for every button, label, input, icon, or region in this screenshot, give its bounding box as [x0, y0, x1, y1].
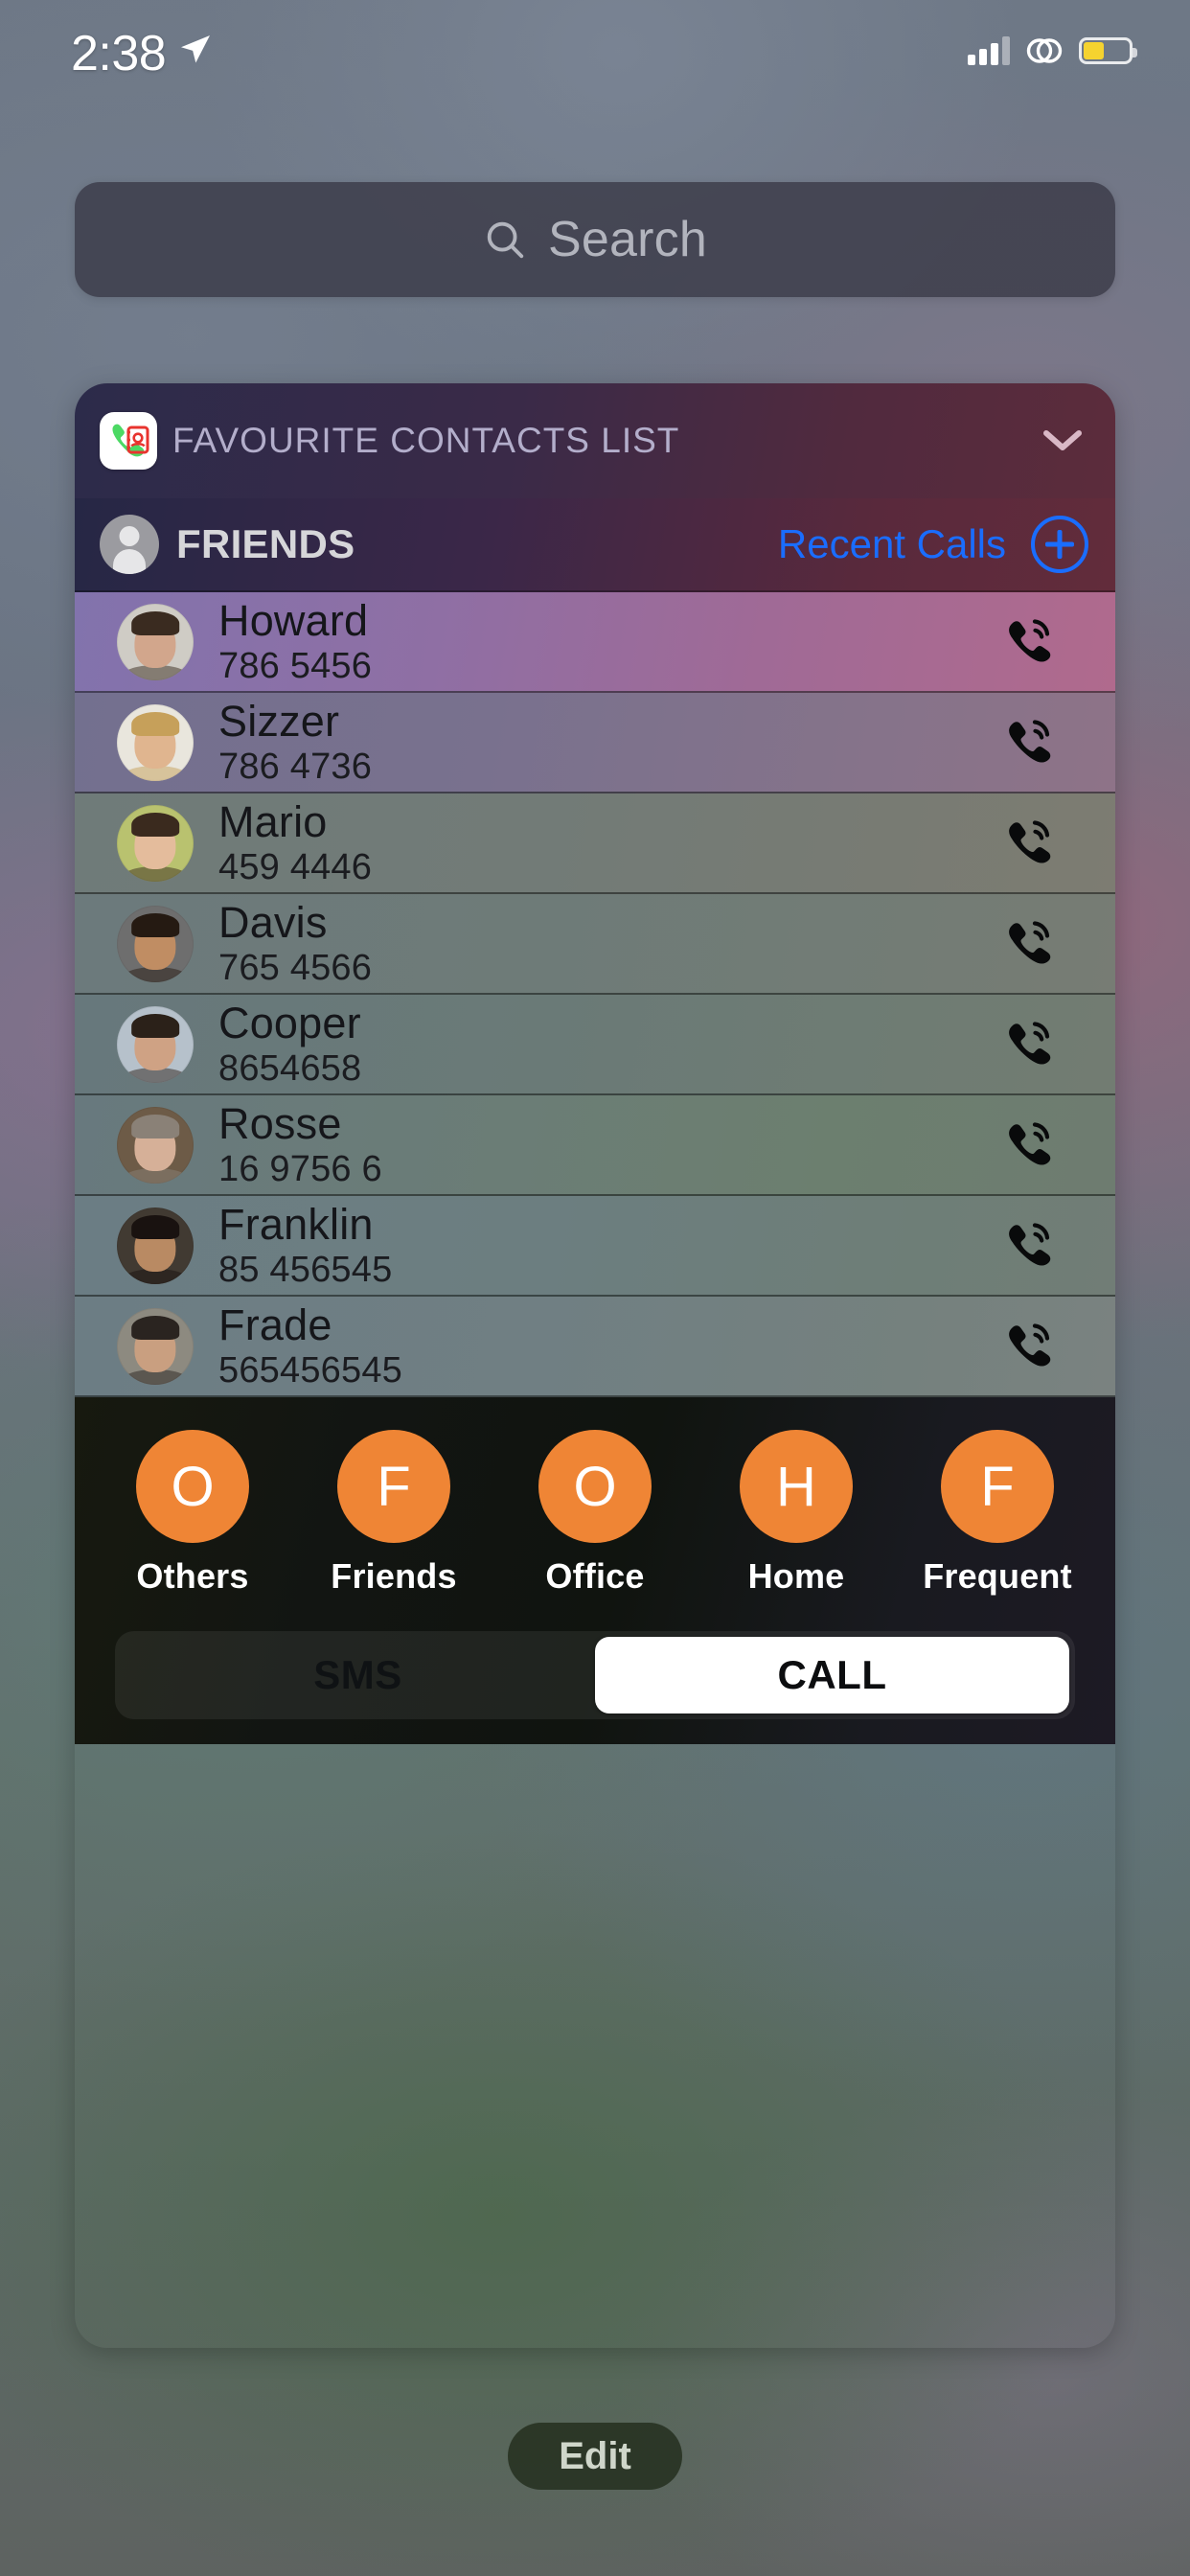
category-initial: F	[337, 1430, 450, 1543]
contact-number: 565456545	[218, 1349, 403, 1391]
person-avatar-icon	[100, 515, 159, 574]
contact-row[interactable]: Rosse 16 9756 6	[75, 1095, 1115, 1196]
phone-contacts-app-icon	[100, 412, 157, 470]
contact-number: 8654658	[218, 1047, 362, 1089]
contact-avatar	[117, 1106, 194, 1184]
category-label: Frequent	[923, 1556, 1072, 1596]
contact-info: Rosse 16 9756 6	[218, 1098, 1000, 1190]
category-item[interactable]: O Others	[106, 1430, 279, 1597]
category-initial: O	[136, 1430, 249, 1543]
chain-link-icon	[1026, 38, 1063, 63]
phone-call-icon[interactable]	[1000, 1112, 1062, 1178]
contact-row[interactable]: Sizzer 786 4736	[75, 693, 1115, 794]
phone-call-icon[interactable]	[1000, 910, 1062, 977]
contact-number: 765 4566	[218, 947, 373, 988]
call-button[interactable]: CALL	[595, 1637, 1069, 1714]
favourite-contacts-widget: FAVOURITE CONTACTS LIST FRIENDS Recent C…	[75, 383, 1115, 2348]
contact-number: 786 5456	[218, 645, 373, 686]
contact-info: Frade 565456545	[218, 1300, 1000, 1392]
contact-row[interactable]: Howard 786 5456	[75, 592, 1115, 693]
contact-info: Davis 765 4566	[218, 897, 1000, 989]
category-initial: O	[538, 1430, 652, 1543]
phone-call-icon[interactable]	[1000, 609, 1062, 675]
contact-avatar	[117, 1005, 194, 1083]
contact-avatar	[117, 603, 194, 680]
contact-number: 459 4446	[218, 846, 373, 887]
recent-calls-link[interactable]: Recent Calls	[778, 521, 1006, 567]
contact-number: 16 9756 6	[218, 1148, 382, 1189]
contact-row[interactable]: Mario 459 4446	[75, 794, 1115, 894]
category-item[interactable]: O Office	[509, 1430, 681, 1597]
category-initial: H	[740, 1430, 853, 1543]
search-icon	[487, 221, 524, 259]
contact-avatar	[117, 804, 194, 882]
contact-group-bar: FRIENDS Recent Calls	[75, 498, 1115, 592]
phone-call-icon[interactable]	[1000, 1212, 1062, 1278]
contact-number: 85 456545	[218, 1249, 393, 1290]
contact-number: 786 4736	[218, 746, 373, 787]
phone-call-icon[interactable]	[1000, 810, 1062, 876]
category-label: Others	[136, 1556, 249, 1596]
edit-button[interactable]: Edit	[508, 2423, 682, 2490]
contact-info: Cooper 8654658	[218, 998, 1000, 1090]
sms-button[interactable]: SMS	[121, 1637, 595, 1714]
contact-avatar	[117, 1207, 194, 1284]
contact-name: Rosse	[218, 1098, 342, 1148]
category-label: Friends	[331, 1556, 457, 1596]
contact-row[interactable]: Davis 765 4566	[75, 894, 1115, 995]
search-placeholder: Search	[548, 212, 707, 267]
search-input[interactable]: Search	[75, 182, 1115, 297]
widget-header[interactable]: FAVOURITE CONTACTS LIST	[75, 383, 1115, 498]
contact-name: Cooper	[218, 998, 361, 1047]
phone-call-icon[interactable]	[1000, 1313, 1062, 1379]
contact-name: Davis	[218, 897, 328, 947]
status-indicators	[968, 34, 1137, 67]
contact-avatar	[117, 905, 194, 982]
chevron-down-icon[interactable]	[1041, 426, 1085, 455]
contact-row[interactable]: Franklin 85 456545	[75, 1196, 1115, 1297]
contact-info: Sizzer 786 4736	[218, 696, 1000, 788]
category-item[interactable]: F Frequent	[911, 1430, 1084, 1597]
contact-name: Franklin	[218, 1199, 374, 1249]
category-label: Office	[545, 1556, 645, 1596]
contact-list: Howard 786 5456 Sizzer 786 4736 Mario 459 444…	[75, 592, 1115, 1397]
status-bar: 2:38	[0, 0, 1190, 107]
contact-info: Franklin 85 456545	[218, 1199, 1000, 1291]
contact-row[interactable]: Frade 565456545	[75, 1297, 1115, 1397]
contact-info: Howard 786 5456	[218, 595, 1000, 687]
category-item[interactable]: F Friends	[308, 1430, 480, 1597]
contact-group-label: FRIENDS	[176, 521, 355, 566]
action-segmented-control[interactable]: SMS CALL	[115, 1631, 1075, 1719]
contact-name: Sizzer	[218, 696, 340, 746]
category-label: Home	[747, 1556, 845, 1596]
contact-info: Mario 459 4446	[218, 796, 1000, 888]
widget-bottom-panel: O Others F Friends O Office H Home F Frequent SMS…	[75, 1397, 1115, 1744]
category-item[interactable]: H Home	[710, 1430, 882, 1597]
widget-title: FAVOURITE CONTACTS LIST	[172, 421, 680, 460]
phone-call-icon[interactable]	[1000, 1011, 1062, 1077]
contact-avatar	[117, 1307, 194, 1385]
plus-circle-icon[interactable]	[1031, 516, 1088, 573]
cellular-signal-icon	[968, 36, 1010, 65]
phone-call-icon[interactable]	[1000, 709, 1062, 775]
contact-name: Frade	[218, 1300, 332, 1349]
contact-name: Howard	[218, 595, 369, 645]
contact-name: Mario	[218, 796, 328, 846]
category-row: O Others F Friends O Office H Home F Frequent	[75, 1430, 1115, 1597]
battery-low-power-icon	[1079, 37, 1137, 64]
category-initial: F	[941, 1430, 1054, 1543]
contact-avatar	[117, 703, 194, 781]
status-time: 2:38	[71, 26, 167, 81]
contact-row[interactable]: Cooper 8654658	[75, 995, 1115, 1095]
location-arrow-icon	[181, 35, 210, 63]
